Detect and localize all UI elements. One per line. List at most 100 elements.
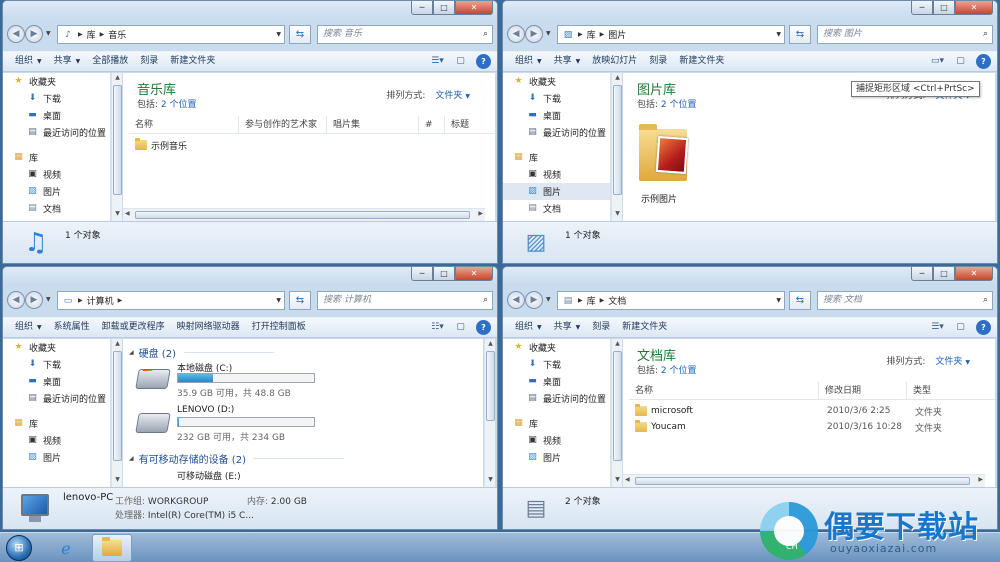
nav-downloads[interactable]: ⬇ 下载 (3, 356, 110, 373)
system-properties-button[interactable]: 系统属性 (48, 318, 96, 337)
help-icon[interactable]: ? (476, 320, 491, 335)
scroll-up-icon[interactable]: ▲ (112, 74, 123, 84)
recent-pages-dropdown-icon[interactable]: ▼ (546, 296, 551, 303)
forward-button[interactable]: ▶ (25, 25, 43, 43)
scroll-left-icon[interactable]: ◀ (125, 210, 130, 217)
back-button[interactable]: ◀ (7, 291, 25, 309)
help-icon[interactable]: ? (976, 320, 991, 335)
scroll-down-icon[interactable]: ▼ (112, 476, 123, 486)
breadcrumb-arrow-icon[interactable]: ▶ (578, 297, 583, 304)
nav-recent-places[interactable]: ▤ 最近访问的位置 (503, 390, 610, 407)
breadcrumb-documents[interactable]: 文档 (608, 294, 626, 307)
preview-pane-icon[interactable]: ▢ (953, 54, 968, 69)
scroll-down-icon[interactable]: ▼ (612, 210, 623, 220)
nav-desktop[interactable]: ▬ 桌面 (3, 107, 110, 124)
scroll-thumb[interactable] (113, 85, 122, 195)
close-button[interactable]: ✕ (955, 1, 993, 15)
address-bar[interactable]: ♪ ▶ 库 ▶ 音乐 ▼ (57, 25, 285, 44)
column-name[interactable]: 名称 (629, 381, 819, 400)
breadcrumb-music[interactable]: 音乐 (108, 28, 126, 41)
nav-videos[interactable]: ▣ 视频 (3, 166, 110, 183)
preview-pane-icon[interactable]: ▢ (453, 320, 468, 335)
column-date-modified[interactable]: 修改日期 (819, 381, 907, 400)
organize-button[interactable]: 组织 ▼ (9, 52, 48, 71)
nav-favorites[interactable]: ★ 收藏夹 (503, 73, 610, 90)
close-button[interactable]: ✕ (455, 1, 493, 15)
column-name[interactable]: 名称 (129, 115, 239, 134)
nav-libraries[interactable]: ▦ 库 (3, 149, 110, 166)
burn-button[interactable]: 刻录 (586, 318, 616, 337)
title-bar[interactable]: ─ □ ✕ (503, 267, 997, 284)
nav-scrollbar[interactable]: ▲ ▼ (611, 339, 622, 487)
nav-downloads[interactable]: ⬇ 下载 (503, 356, 610, 373)
new-folder-button[interactable]: 新建文件夹 (616, 318, 673, 337)
column-title[interactable]: 标题 (445, 116, 485, 134)
nav-recent-places[interactable]: ▤ 最近访问的位置 (3, 390, 110, 407)
content-scrollbar[interactable]: ▲ ▼ (484, 339, 495, 487)
scroll-up-icon[interactable]: ▲ (612, 74, 623, 84)
play-all-button[interactable]: 全部播放 (86, 52, 134, 71)
address-dropdown-icon[interactable]: ▼ (776, 297, 781, 304)
nav-favorites[interactable]: ★ 收藏夹 (3, 73, 110, 90)
nav-scrollbar[interactable]: ▲ ▼ (111, 73, 122, 221)
scroll-thumb[interactable] (635, 477, 970, 485)
preview-pane-icon[interactable]: ▢ (453, 54, 468, 69)
arrange-by-dropdown[interactable]: 文件夹 (435, 91, 462, 101)
breadcrumb-library[interactable]: 库 (587, 294, 596, 307)
breadcrumb-arrow-icon[interactable]: ▶ (578, 31, 583, 38)
uninstall-program-button[interactable]: 卸载或更改程序 (96, 318, 171, 337)
removable-drive-e[interactable]: 可移动磁盘 (E:) (177, 469, 241, 482)
title-bar[interactable]: ─ □ ✕ (3, 1, 497, 18)
preview-pane-icon[interactable]: ▢ (953, 320, 968, 335)
horizontal-scrollbar[interactable]: ◀ ▶ (623, 474, 985, 487)
table-row[interactable]: microsoft 2010/3/6 2:25 文件夹 (635, 403, 985, 419)
minimize-button[interactable]: ─ (411, 267, 433, 281)
table-row[interactable]: Youcam 2010/3/16 10:28 文件夹 (635, 419, 985, 435)
scroll-up-icon[interactable]: ▲ (112, 340, 123, 350)
scroll-thumb[interactable] (613, 85, 622, 195)
nav-libraries[interactable]: ▦ 库 (503, 149, 610, 166)
address-bar[interactable]: ▨ ▶ 库 ▶ 图片 ▼ (557, 25, 785, 44)
nav-favorites[interactable]: ★ 收藏夹 (503, 339, 610, 356)
scroll-thumb[interactable] (113, 351, 122, 461)
nav-videos[interactable]: ▣ 视频 (3, 432, 110, 449)
new-folder-button[interactable]: 新建文件夹 (673, 52, 730, 71)
breadcrumb-arrow-icon[interactable]: ▶ (78, 31, 83, 38)
back-button[interactable]: ◀ (507, 291, 525, 309)
column-number[interactable]: # (419, 115, 445, 134)
share-button[interactable]: 共享 ▼ (548, 52, 587, 71)
breadcrumb-arrow-icon[interactable]: ▶ (78, 297, 83, 304)
share-button[interactable]: 共享 ▼ (48, 52, 87, 71)
forward-button[interactable]: ▶ (25, 291, 43, 309)
back-button[interactable]: ◀ (7, 25, 25, 43)
drive-c[interactable]: 本地磁盘 (C:) 35.9 GB 可用，共 48.8 GB (135, 361, 337, 399)
scroll-down-icon[interactable]: ▼ (485, 476, 496, 486)
recent-pages-dropdown-icon[interactable]: ▼ (46, 296, 51, 303)
maximize-button[interactable]: □ (433, 267, 455, 281)
nav-pictures[interactable]: ▨ 图片 (3, 449, 110, 466)
view-options-icon[interactable]: ☷▾ (430, 320, 445, 335)
search-input[interactable]: 搜索 计算机 ⌕ (317, 291, 493, 310)
refresh-button[interactable]: ⇆ (789, 25, 811, 44)
nav-pictures[interactable]: ▨ 图片 (503, 449, 610, 466)
scroll-thumb[interactable] (135, 211, 470, 219)
explorer-taskbar-button[interactable] (92, 534, 132, 562)
breadcrumb-arrow-icon[interactable]: ▶ (600, 31, 605, 38)
scroll-left-icon[interactable]: ◀ (625, 476, 630, 483)
group-removable-storage[interactable]: ◢ 有可移动存储的设备 (2) (129, 451, 344, 466)
organize-button[interactable]: 组织 ▼ (509, 318, 548, 337)
recent-pages-dropdown-icon[interactable]: ▼ (46, 30, 51, 37)
nav-documents[interactable]: ▤ 文档 (503, 200, 610, 217)
search-input[interactable]: 搜索 音乐 ⌕ (317, 25, 493, 44)
column-type[interactable]: 类型 (907, 382, 987, 400)
breadcrumb-pictures[interactable]: 图片 (608, 28, 626, 41)
view-options-icon[interactable]: ☰▾ (930, 320, 945, 335)
nav-libraries[interactable]: ▦ 库 (3, 415, 110, 432)
arrange-by-dropdown[interactable]: 文件夹 (935, 357, 962, 367)
nav-desktop[interactable]: ▬ 桌面 (3, 373, 110, 390)
minimize-button[interactable]: ─ (911, 1, 933, 15)
nav-scrollbar[interactable]: ▲ ▼ (111, 339, 122, 487)
nav-pictures[interactable]: ▨ 图片 (3, 183, 110, 200)
address-bar[interactable]: ▤ ▶ 库 ▶ 文档 ▼ (557, 291, 785, 310)
breadcrumb-arrow-icon[interactable]: ▶ (100, 31, 105, 38)
